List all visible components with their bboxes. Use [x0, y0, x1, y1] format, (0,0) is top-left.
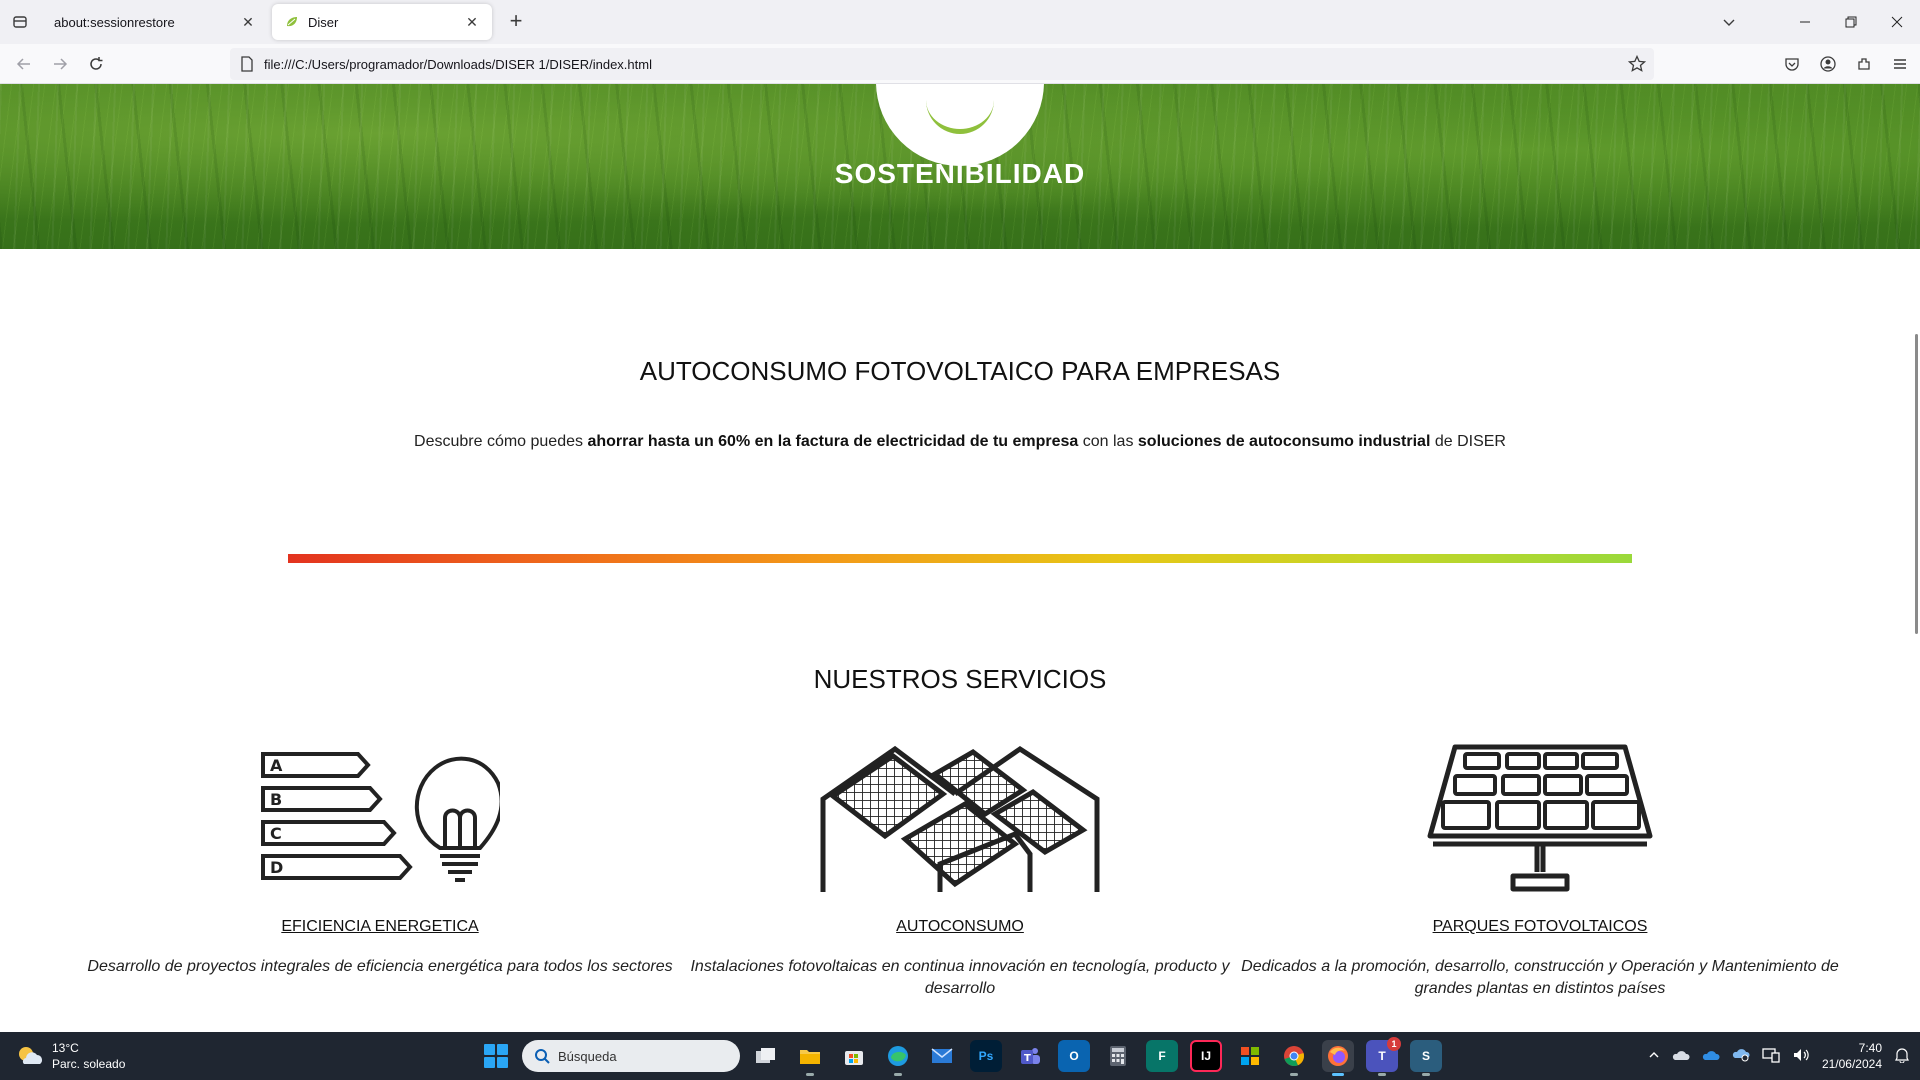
solar-panel-icon: [1240, 744, 1840, 894]
tab-list-icon[interactable]: [8, 10, 32, 34]
photoshop-icon[interactable]: Ps: [970, 1040, 1002, 1072]
chrome-icon[interactable]: [1278, 1040, 1310, 1076]
file-explorer-icon[interactable]: [794, 1040, 826, 1076]
svg-text:T: T: [1024, 1053, 1031, 1064]
clock[interactable]: 7:40 21/06/2024: [1822, 1040, 1882, 1072]
microsoft-icon[interactable]: [1234, 1040, 1266, 1072]
hero-title: SOSTENIBILIDAD: [834, 158, 1086, 189]
back-icon[interactable]: [12, 52, 36, 76]
system-tray: 7:40 21/06/2024: [1648, 1032, 1920, 1080]
taskbar-apps: Ps T O F IJ T 1 S: [750, 1037, 1442, 1076]
intro-text: de DISER: [1430, 433, 1506, 450]
account-icon[interactable]: [1816, 52, 1840, 76]
service-link-eficiencia[interactable]: EFICIENCIA ENERGETICA: [80, 918, 680, 936]
partly-sunny-icon: [19, 1047, 42, 1064]
notifications-icon[interactable]: [1894, 1047, 1910, 1066]
search-icon: [535, 1049, 550, 1064]
weather-description: Parc. soleado: [52, 1057, 126, 1071]
service-card-eficiencia: A B C D EFICIENCIA ENERGETICA Desarrollo…: [80, 744, 680, 978]
service-description: Desarrollo de proyectos integrales de ef…: [87, 958, 673, 975]
intro-text: Descubre cómo puedes: [414, 433, 588, 450]
forward-icon[interactable]: [48, 52, 72, 76]
onedrive-business-cloud-icon[interactable]: [1702, 1049, 1720, 1064]
service-description: Instalaciones fotovoltaicas en continua …: [690, 958, 1230, 997]
weather-widget[interactable]: 13°C Parc. soleado: [16, 1040, 125, 1072]
taskbar-search[interactable]: Búsqueda: [522, 1040, 740, 1072]
service-link-parques[interactable]: PARQUES FOTOVOLTAICOS: [1240, 918, 1840, 936]
tab-title: about:sessionrestore: [54, 14, 175, 30]
url-text[interactable]: file:///C:/Users/programador/Downloads/D…: [264, 57, 652, 72]
notepad-icon[interactable]: S: [1410, 1040, 1442, 1076]
efficiency-label-a: A: [270, 756, 283, 775]
teams-new-glyph: T: [1378, 1049, 1386, 1063]
chevron-up-icon[interactable]: [1648, 1049, 1660, 1064]
firefox-icon[interactable]: [1322, 1040, 1354, 1076]
section-title-servicios: NUESTROS SERVICIOS: [813, 664, 1107, 694]
extensions-icon[interactable]: [1852, 52, 1876, 76]
page-info-icon[interactable]: [240, 56, 254, 72]
forms-icon[interactable]: F: [1146, 1040, 1178, 1072]
reload-icon[interactable]: [84, 52, 108, 76]
hero-logo-circle: [876, 84, 1044, 166]
bookmark-star-icon[interactable]: [1627, 54, 1647, 76]
url-bar[interactable]: file:///C:/Users/programador/Downloads/D…: [230, 48, 1654, 80]
windows-taskbar: 13°C Parc. soleado Búsqueda Ps T O F IJ …: [0, 1032, 1920, 1080]
intro-highlight: soluciones de autoconsumo industrial: [1137, 433, 1431, 450]
start-windows-icon[interactable]: [484, 1044, 508, 1068]
edge-icon[interactable]: [882, 1040, 914, 1076]
mail-icon[interactable]: [926, 1040, 958, 1072]
rooftop-solar-icon: [660, 744, 1260, 894]
close-tab-icon[interactable]: ✕: [240, 14, 256, 30]
tab-diser[interactable]: Diser ✕: [272, 4, 492, 40]
section-title-autoconsumo: AUTOCONSUMO FOTOVOLTAICO PARA EMPRESAS: [639, 356, 1281, 386]
menu-hamburger-icon[interactable]: [1888, 52, 1912, 76]
onedrive-personal-cloud-icon[interactable]: [1672, 1049, 1690, 1064]
restore-icon[interactable]: [1828, 0, 1874, 44]
efficiency-label-c: C: [270, 824, 282, 843]
task-view-icon[interactable]: [750, 1040, 782, 1072]
new-tab-icon[interactable]: +: [504, 10, 528, 34]
network-icon[interactable]: [1762, 1047, 1780, 1066]
service-card-autoconsumo: AUTOCONSUMO Instalaciones fotovoltaicas …: [660, 744, 1260, 1000]
service-link-autoconsumo[interactable]: AUTOCONSUMO: [660, 918, 1260, 936]
gradient-divider: [288, 554, 1632, 563]
intro-text: con las: [1078, 433, 1138, 450]
calculator-icon[interactable]: [1102, 1040, 1134, 1072]
notification-badge: 1: [1387, 1037, 1401, 1051]
store-icon[interactable]: [838, 1040, 870, 1072]
service-description: Dedicados a la promoción, desarrollo, co…: [1241, 958, 1839, 997]
close-window-icon[interactable]: [1874, 0, 1920, 44]
tab-bar: about:sessionrestore ✕ Diser ✕ +: [0, 0, 1920, 44]
outlook-icon[interactable]: O: [1058, 1040, 1090, 1072]
pocket-icon[interactable]: [1780, 52, 1804, 76]
tab-overflow-chevron-icon[interactable]: [1706, 0, 1752, 44]
tab-sessionrestore[interactable]: about:sessionrestore ✕: [42, 4, 268, 40]
leaf-logo-icon: [926, 90, 994, 134]
efficiency-label-b: B: [270, 790, 282, 809]
teams-new-icon[interactable]: T 1: [1366, 1037, 1401, 1076]
weather-temperature: 13°C: [52, 1041, 79, 1055]
jetbrains-icon[interactable]: IJ: [1190, 1040, 1222, 1072]
teams-icon[interactable]: T: [1014, 1040, 1046, 1072]
clock-date: 21/06/2024: [1821, 1057, 1882, 1071]
efficiency-label-d: D: [270, 858, 283, 877]
intro-paragraph: Descubre cómo puedes ahorrar hasta un 60…: [0, 433, 1920, 451]
intro-highlight: ahorrar hasta un 60% en la factura de el…: [587, 433, 1079, 450]
clock-time: 7:40: [1858, 1041, 1882, 1055]
page-scrollbar[interactable]: [1915, 334, 1918, 634]
tab-title: Diser: [308, 14, 339, 30]
volume-icon[interactable]: [1792, 1047, 1810, 1066]
site-favicon-icon: [284, 14, 300, 30]
navigation-toolbar: file:///C:/Users/programador/Downloads/D…: [0, 44, 1920, 84]
service-card-parques: PARQUES FOTOVOLTAICOS Dedicados a la pro…: [1240, 744, 1840, 1000]
page-viewport: SOSTENIBILIDAD AUTOCONSUMO FOTOVOLTAICO …: [0, 84, 1920, 1032]
cloud-sync-icon[interactable]: [1732, 1048, 1750, 1065]
minimize-icon[interactable]: [1782, 0, 1828, 44]
search-placeholder: Búsqueda: [558, 1048, 617, 1064]
close-tab-icon[interactable]: ✕: [464, 14, 480, 30]
energy-efficiency-icon: A B C D: [80, 744, 680, 894]
hero-banner: SOSTENIBILIDAD: [0, 84, 1920, 249]
